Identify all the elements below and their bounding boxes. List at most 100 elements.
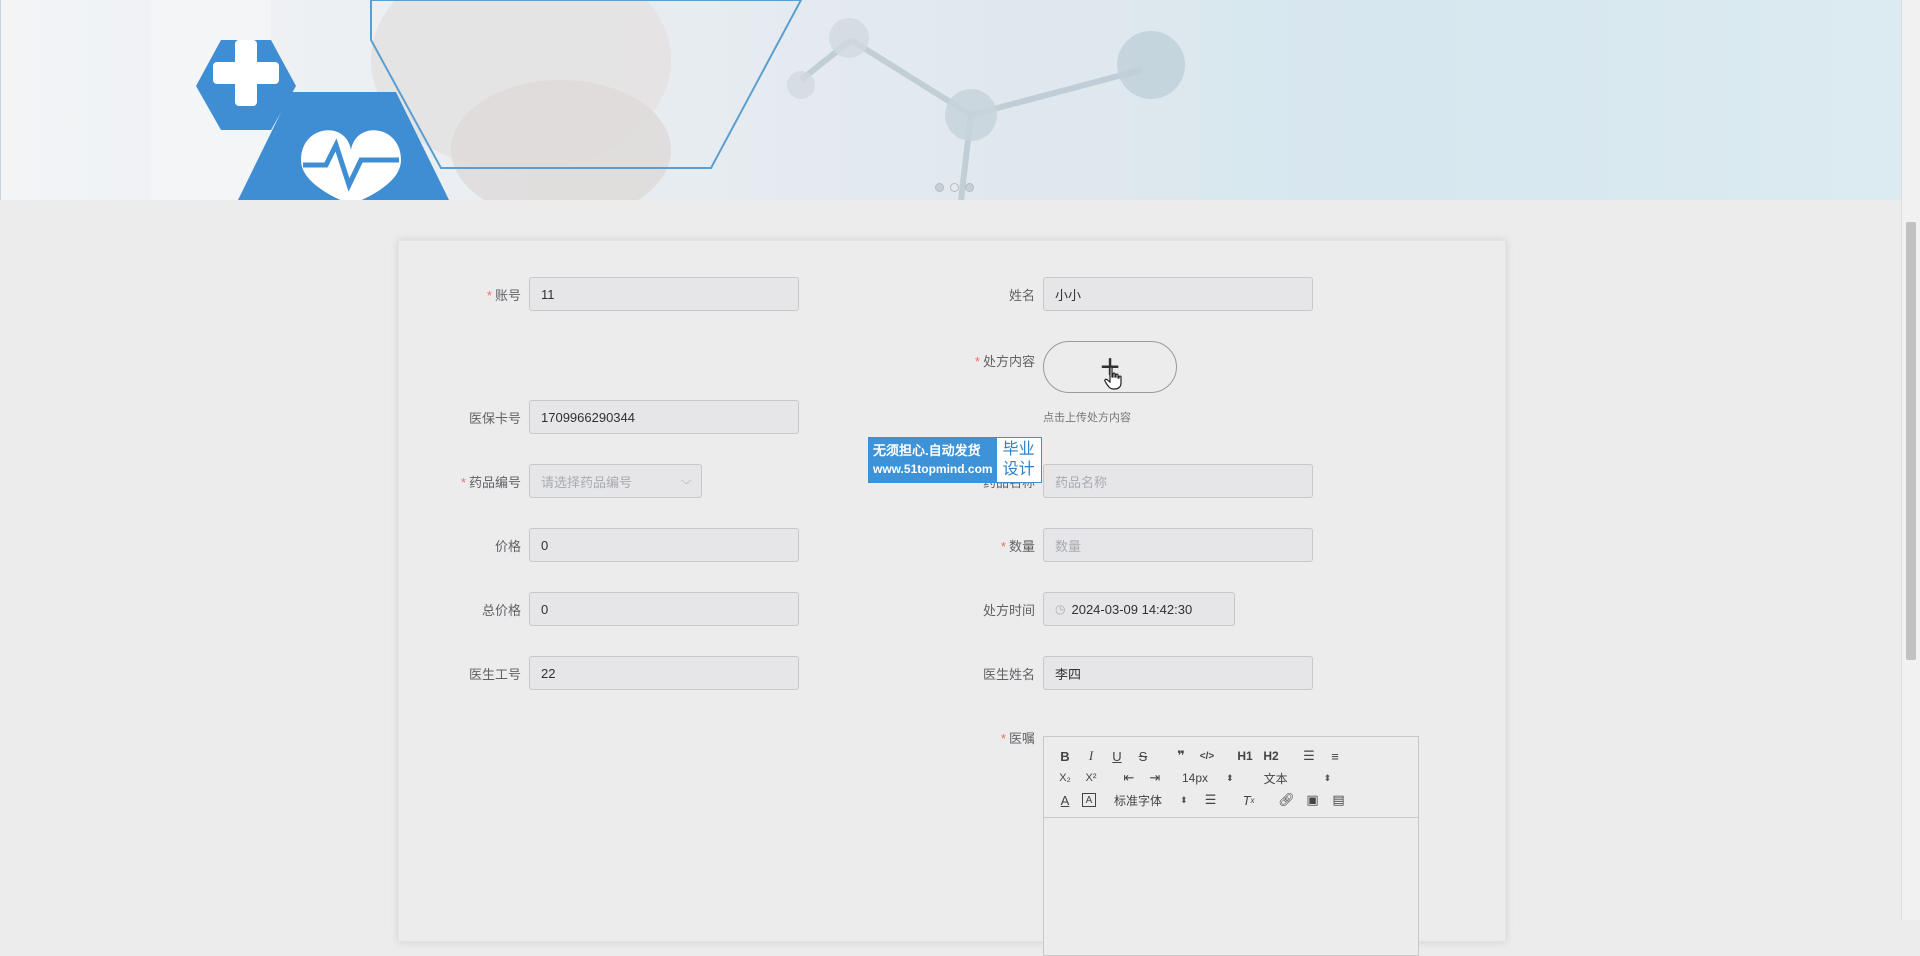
- blockquote-button[interactable]: ❞: [1172, 747, 1190, 765]
- quantity-label: * 数量: [913, 536, 1043, 555]
- font-family-select[interactable]: 标准字体 ⬍: [1114, 792, 1188, 809]
- account-label: * 账号: [399, 285, 529, 304]
- strike-button[interactable]: S: [1134, 747, 1152, 765]
- prescription-form: *账号 11 姓名 小小 *处方内容 + 点击上传处方内容 医保卡号 17099…: [398, 240, 1506, 956]
- page-scrollbar[interactable]: [1901, 0, 1920, 920]
- superscript-button[interactable]: X²: [1082, 769, 1100, 787]
- quantity-input[interactable]: 数量: [1043, 528, 1313, 562]
- account-label-text: 账号: [494, 287, 521, 303]
- select-arrows-icon: ⬍: [1180, 794, 1188, 805]
- advice-rich-text-editor: B I U S ❞ </> H1 H2 ☰ ≡ X₂ X² ⇤ ⇥ 14px ⬍ …: [1043, 736, 1419, 956]
- scrollbar-thumb[interactable]: [1906, 222, 1916, 660]
- background-color-icon[interactable]: A: [1082, 793, 1096, 807]
- h2-button[interactable]: H2: [1262, 747, 1280, 765]
- field-advice: * 医嘱: [913, 728, 1043, 747]
- carousel-dot-1[interactable]: [935, 183, 944, 192]
- name-value: 小小: [1055, 287, 1082, 303]
- field-quantity: * 数量 数量: [913, 528, 1313, 562]
- field-drug-code: * 药品编号 请选择药品编号 ⌵: [399, 464, 702, 498]
- banner-illustration: [151, 0, 1901, 200]
- header-select-value: 文本: [1263, 771, 1288, 786]
- align-icon[interactable]: ☰: [1202, 791, 1220, 809]
- carousel-dot-2[interactable]: [950, 183, 959, 192]
- advice-label-text: 医嘱: [1008, 731, 1035, 746]
- doctor-name-input[interactable]: 李四: [1043, 656, 1313, 690]
- field-insurance-card: 医保卡号 1709966290344: [399, 400, 799, 434]
- name-input[interactable]: 小小: [1043, 277, 1313, 311]
- font-color-icon[interactable]: A: [1056, 791, 1074, 809]
- field-prescription-time: 处方时间 ◷ 2024-03-09 14:42:30: [913, 592, 1235, 626]
- font-family-value: 标准字体: [1114, 793, 1163, 808]
- total-price-label: 总价格: [481, 602, 521, 618]
- ordered-list-icon[interactable]: ☰: [1300, 747, 1318, 765]
- insurance-card-value: 1709966290344: [541, 409, 635, 425]
- italic-button[interactable]: I: [1082, 747, 1100, 765]
- prescription-time-value: 2024-03-09 14:42:30: [1071, 601, 1193, 617]
- font-size-value: 14px: [1182, 771, 1209, 785]
- field-total-price: 总价格 0: [399, 592, 799, 626]
- video-icon[interactable]: ▤: [1330, 791, 1348, 809]
- h1-button[interactable]: H1: [1236, 747, 1254, 765]
- required-star: *: [460, 474, 466, 490]
- quantity-label-text: 数量: [1008, 538, 1035, 554]
- image-icon[interactable]: ▣: [1304, 791, 1322, 809]
- price-input[interactable]: 0: [529, 528, 799, 562]
- watermark-tag: 毕业 设计: [997, 438, 1041, 482]
- drug-name-input[interactable]: 药品名称: [1043, 464, 1313, 498]
- drug-code-label-text: 药品编号: [468, 474, 521, 490]
- drug-code-placeholder: 请选择药品编号: [541, 474, 633, 490]
- doctor-id-input[interactable]: 22: [529, 656, 799, 690]
- total-price-value: 0: [541, 601, 549, 617]
- doctor-id-value: 22: [541, 665, 556, 681]
- field-account: * 账号 11: [399, 277, 799, 311]
- required-star: *: [974, 354, 980, 369]
- required-star: *: [1000, 731, 1006, 746]
- prescription-content-label: * 处方内容: [913, 341, 1043, 370]
- carousel-dot-3[interactable]: [965, 183, 974, 192]
- chevron-down-icon: ⌵: [680, 474, 692, 487]
- account-value: 11: [541, 286, 555, 302]
- watermark-badge: 无须担心.自动发货 www.51topmind.com 毕业 设计: [868, 437, 1042, 483]
- font-size-select[interactable]: 14px ⬍: [1182, 771, 1234, 785]
- clock-icon: ◷: [1055, 602, 1066, 616]
- name-label: 姓名: [1008, 287, 1035, 303]
- subscript-button[interactable]: X₂: [1056, 769, 1074, 787]
- watermark-line2: www.51topmind.com: [873, 462, 993, 476]
- clear-format-icon[interactable]: Tx: [1240, 791, 1258, 809]
- drug-code-select[interactable]: 请选择药品编号 ⌵: [529, 464, 702, 498]
- upload-hint: 点击上传处方内容: [1043, 412, 1131, 424]
- hand-cursor-icon: [1104, 366, 1122, 390]
- editor-toolbar: B I U S ❞ </> H1 H2 ☰ ≡ X₂ X² ⇤ ⇥ 14px ⬍ …: [1044, 737, 1418, 818]
- required-star: *: [1000, 538, 1006, 554]
- field-name: 姓名 小小: [913, 277, 1313, 311]
- field-price: 价格 0: [399, 528, 799, 562]
- bold-button[interactable]: B: [1056, 747, 1074, 765]
- hero-banner: [0, 0, 1904, 200]
- select-arrows-icon: ⬍: [1323, 772, 1332, 783]
- total-price-input[interactable]: 0: [529, 592, 799, 626]
- required-star: *: [486, 287, 492, 303]
- field-prescription-content: *处方内容 + 点击上传处方内容: [913, 341, 1177, 425]
- account-input[interactable]: 11: [529, 277, 799, 311]
- editor-content-area[interactable]: [1044, 818, 1418, 948]
- outdent-icon[interactable]: ⇤: [1120, 769, 1138, 787]
- prescription-upload-button[interactable]: +: [1043, 341, 1177, 393]
- watermark-line1: 无须担心.自动发货: [873, 443, 981, 458]
- code-button[interactable]: </>: [1198, 747, 1216, 765]
- price-value: 0: [541, 537, 549, 553]
- underline-button[interactable]: U: [1108, 747, 1126, 765]
- watermark-tag2: 设计: [1002, 461, 1035, 478]
- watermark-text: 无须担心.自动发货 www.51topmind.com: [869, 438, 997, 482]
- link-icon[interactable]: 🔗︎: [1278, 791, 1296, 809]
- bullet-list-icon[interactable]: ≡: [1326, 747, 1344, 765]
- prescription-time-picker[interactable]: ◷ 2024-03-09 14:42:30: [1043, 592, 1235, 626]
- header-select[interactable]: 文本 ⬍: [1264, 770, 1332, 787]
- indent-icon[interactable]: ⇥: [1146, 769, 1164, 787]
- drug-code-label: * 药品编号: [399, 472, 529, 491]
- doctor-id-label: 医生工号: [468, 666, 521, 682]
- carousel-indicators: [935, 183, 974, 192]
- doctor-name-label: 医生姓名: [982, 666, 1035, 682]
- insurance-card-input[interactable]: 1709966290344: [529, 400, 799, 434]
- advice-label: * 医嘱: [913, 728, 1043, 747]
- watermark-tag1: 毕业: [1002, 441, 1035, 458]
